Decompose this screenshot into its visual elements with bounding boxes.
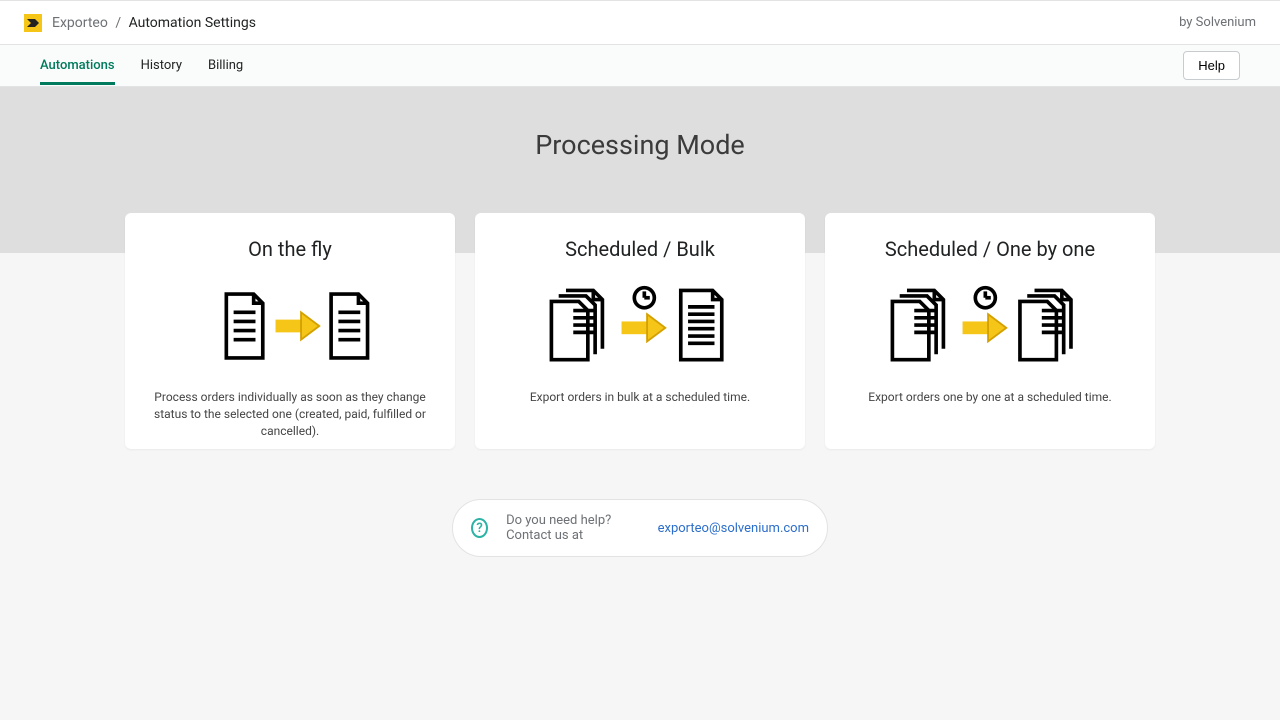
help-button[interactable]: Help [1183, 51, 1240, 80]
scheduled-onebyone-illustration-icon [845, 283, 1135, 369]
card-title: On the fly [145, 237, 435, 261]
page-heading: Processing Mode [0, 129, 1280, 161]
card-description: Export orders in bulk at a scheduled tim… [495, 389, 785, 406]
app-logo-icon [24, 14, 42, 32]
breadcrumb-page: Automation Settings [129, 15, 256, 31]
breadcrumb-app[interactable]: Exporteo [52, 15, 108, 31]
help-prompt-text: Do you need help? Contact us at [506, 513, 658, 543]
vendor-label: by Solvenium [1179, 15, 1256, 30]
question-icon: ? [471, 518, 488, 538]
help-email-link[interactable]: exporteo@solvenium.com [658, 521, 809, 536]
card-scheduled-bulk[interactable]: Scheduled / Bulk [475, 213, 805, 449]
breadcrumb-sep: / [115, 15, 121, 31]
top-bar: Exporteo / Automation Settings by Solven… [0, 0, 1280, 45]
card-title: Scheduled / One by one [845, 237, 1135, 261]
card-description: Process orders individually as soon as t… [145, 389, 435, 439]
tab-bar: Automations History Billing Help [0, 45, 1280, 87]
breadcrumb: Exporteo / Automation Settings [52, 15, 256, 31]
help-contact-pill: ? Do you need help? Contact us at export… [452, 499, 828, 557]
processing-mode-cards: On the fly Process orders individually a… [0, 213, 1280, 449]
scheduled-bulk-illustration-icon [495, 283, 785, 369]
card-on-the-fly[interactable]: On the fly Process orders individually a… [125, 213, 455, 449]
on-the-fly-illustration-icon [145, 283, 435, 369]
tab-billing[interactable]: Billing [208, 46, 243, 85]
card-description: Export orders one by one at a scheduled … [845, 389, 1135, 406]
tab-automations[interactable]: Automations [40, 46, 115, 85]
card-title: Scheduled / Bulk [495, 237, 785, 261]
card-scheduled-one-by-one[interactable]: Scheduled / One by one [825, 213, 1155, 449]
tab-history[interactable]: History [141, 46, 182, 85]
